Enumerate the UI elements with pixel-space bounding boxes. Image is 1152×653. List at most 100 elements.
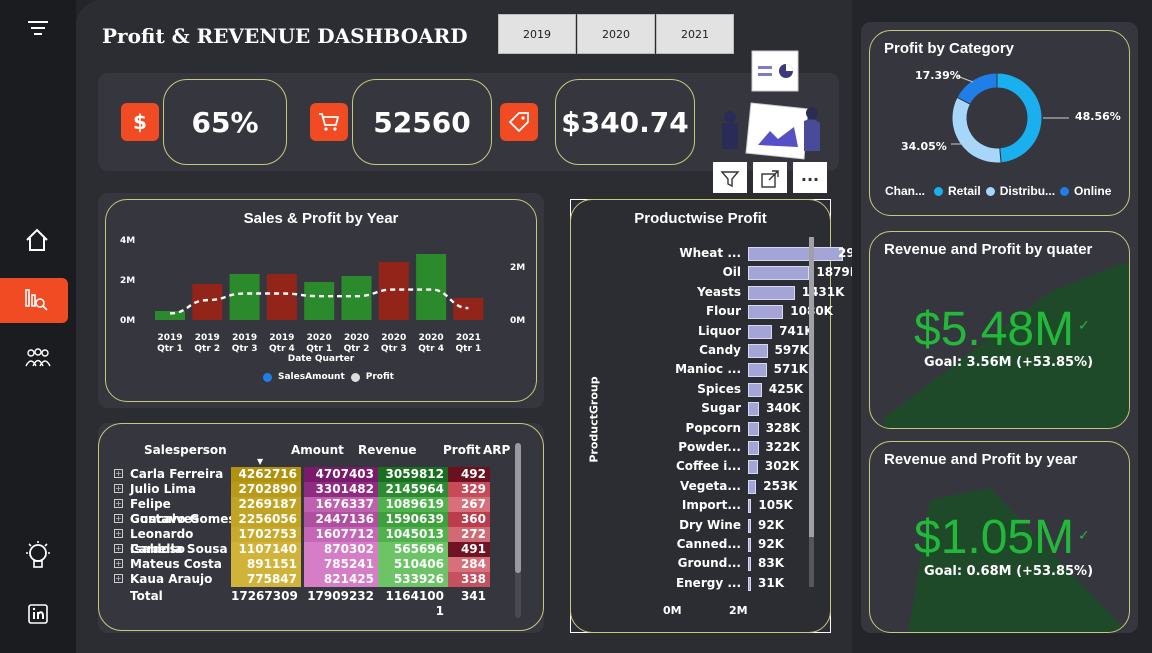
donut-label: 48.56% [1075, 110, 1121, 123]
product-bar[interactable] [748, 538, 751, 552]
chart-scrollbar-thumb[interactable] [809, 237, 814, 537]
table-cell: 1089619 [378, 497, 448, 512]
product-bar[interactable] [748, 305, 784, 320]
x-tick: 2M [729, 604, 748, 617]
table-cell: 3059812 [378, 467, 448, 482]
product-label: Spices [697, 381, 741, 396]
table-cell: 1045013 [378, 527, 448, 542]
chart-scrollbar[interactable] [809, 237, 814, 587]
sidebar [0, 0, 76, 653]
x-tick-label: 2019 [232, 333, 257, 343]
table-cell: 4707403 [304, 467, 378, 482]
donut-slice[interactable] [956, 72, 998, 105]
product-value: 328K [765, 420, 801, 435]
table-cell: 565696 [378, 542, 448, 557]
col-amount[interactable]: Amount [291, 443, 344, 457]
product-bar[interactable] [748, 576, 751, 591]
check-icon: ✓ [1078, 318, 1090, 334]
product-label: Powder... [678, 440, 741, 454]
year-button-2020[interactable]: 2020 [577, 14, 655, 54]
product-bar[interactable] [748, 421, 759, 436]
sales-bar[interactable] [416, 254, 447, 320]
product-bar[interactable] [748, 266, 810, 281]
lightbulb-icon[interactable] [18, 536, 58, 576]
col-salesperson[interactable]: Salesperson [144, 443, 227, 457]
x-tick-label: Qtr 2 [344, 344, 370, 354]
product-bar[interactable] [748, 247, 843, 261]
sales-legend: SalesAmount Profit [263, 372, 394, 382]
table-cell: 2702890 [231, 482, 301, 497]
sales-bar[interactable] [266, 274, 297, 320]
expand-row-icon[interactable]: + [114, 544, 123, 553]
home-icon[interactable] [17, 220, 57, 260]
year-value: $1.05M [914, 511, 1075, 564]
product-bar[interactable] [748, 324, 773, 339]
product-bar[interactable] [748, 441, 759, 455]
people-icon[interactable] [18, 338, 58, 378]
total-cell: 17267309 [231, 589, 298, 603]
product-bar[interactable] [748, 499, 752, 514]
menu-icon[interactable] [18, 8, 58, 48]
x-tick-label: Qtr 2 [194, 344, 220, 354]
year-button-2019[interactable]: 2019 [498, 14, 576, 54]
linkedin-icon[interactable] [18, 594, 58, 634]
expand-row-icon[interactable]: + [114, 529, 123, 538]
table-scrollbar[interactable] [515, 443, 521, 618]
product-bar[interactable] [748, 460, 758, 475]
product-bar[interactable] [748, 402, 760, 417]
sales-bar[interactable] [304, 282, 335, 320]
product-label: Oil [722, 265, 741, 280]
table-scrollbar-thumb[interactable] [515, 443, 521, 573]
col-profit[interactable]: Profit [443, 443, 481, 457]
product-value: 597K [774, 343, 809, 357]
donut-slice[interactable] [996, 72, 1043, 164]
tag-icon [500, 103, 538, 141]
expand-row-icon[interactable]: + [114, 484, 123, 493]
more-options-icon[interactable]: ··· [793, 162, 827, 196]
product-bar[interactable] [748, 363, 767, 378]
report-icon [25, 289, 48, 311]
product-bar[interactable] [748, 344, 768, 358]
legend-dot-online [1060, 186, 1070, 196]
table-cell: 272 [448, 527, 490, 542]
legend-dot-retail [934, 186, 944, 196]
expand-row-icon[interactable]: + [114, 469, 123, 478]
product-label: Manioc ... [675, 362, 741, 377]
legend-profit: Profit [365, 372, 394, 382]
dollar-icon: $ [121, 103, 159, 141]
sales-bar[interactable] [341, 276, 372, 320]
table-cell: 360 [448, 512, 490, 527]
product-value: 322K [765, 440, 800, 454]
col-revenue[interactable]: Revenue [358, 443, 417, 457]
sales-bar[interactable] [229, 274, 260, 320]
product-label: Candy [699, 343, 741, 357]
table-cell: 891151 [231, 557, 301, 572]
table-cell: 284 [448, 557, 490, 572]
product-bar[interactable] [748, 382, 762, 397]
product-bar[interactable] [748, 285, 795, 300]
report-nav-item[interactable] [0, 278, 68, 323]
table-cell: 1607712 [304, 527, 378, 542]
cart-icon [310, 103, 348, 141]
product-label: Ground... [677, 556, 741, 571]
expand-row-icon[interactable]: + [114, 574, 123, 583]
x-tick-label: 2019 [195, 333, 220, 343]
sort-desc-icon[interactable]: ▼ [257, 457, 263, 466]
filter-icon[interactable] [713, 162, 747, 196]
col-arp[interactable]: ARP [483, 443, 510, 457]
x-tick-label: Qtr 3 [381, 344, 407, 354]
focus-mode-icon[interactable] [753, 162, 787, 196]
table-cell: 533926 [378, 572, 448, 587]
product-bar[interactable] [748, 479, 757, 494]
product-label: Dry Wine [679, 517, 741, 532]
table-cell: 775847 [231, 572, 301, 587]
expand-row-icon[interactable]: + [114, 514, 123, 523]
kpi-percent: 65% [163, 79, 287, 165]
table-cell: 510406 [378, 557, 448, 572]
expand-row-icon[interactable]: + [114, 499, 123, 508]
product-bar[interactable] [748, 518, 751, 533]
product-bar[interactable] [748, 557, 751, 572]
main-canvas: Profit & REVENUE DASHBOARD 2019 2020 202… [76, 0, 881, 653]
donut-slice[interactable] [951, 96, 1002, 164]
expand-row-icon[interactable]: + [114, 559, 123, 568]
